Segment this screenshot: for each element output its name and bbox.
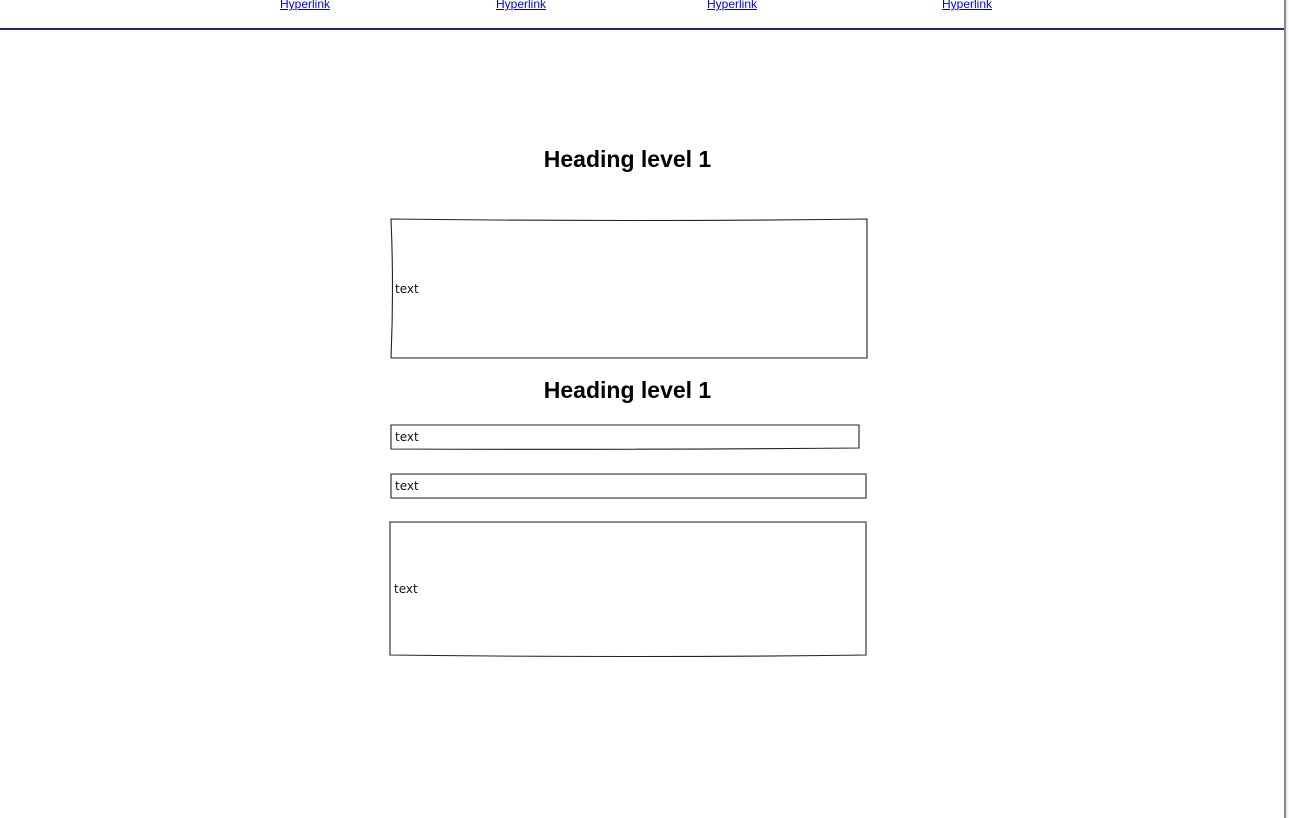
text-field-2-outline bbox=[390, 473, 867, 499]
text-field-2-text: text bbox=[395, 479, 419, 493]
nav-link-4[interactable]: Hyperlink bbox=[942, 0, 992, 12]
top-nav: Hyperlink Hyperlink Hyperlink Hyperlink bbox=[0, 0, 1284, 30]
text-area-2-text: text bbox=[394, 582, 418, 596]
text-field-2[interactable]: text bbox=[390, 473, 867, 500]
page-heading-1: Heading level 1 bbox=[543, 146, 712, 172]
wireframe-page: Hyperlink Hyperlink Hyperlink Hyperlink … bbox=[0, 0, 1289, 818]
nav-link-1[interactable]: Hyperlink bbox=[280, 0, 330, 12]
window-edge bbox=[1284, 0, 1289, 818]
text-area-2-outline bbox=[389, 521, 867, 658]
text-area-1-text: text bbox=[395, 282, 419, 296]
text-field-1[interactable]: text bbox=[390, 424, 860, 450]
nav-link-2[interactable]: Hyperlink bbox=[496, 0, 546, 12]
text-area-1[interactable]: text bbox=[390, 218, 868, 360]
text-field-1-outline bbox=[390, 424, 860, 450]
nav-link-3[interactable]: Hyperlink bbox=[707, 0, 757, 12]
text-area-1-outline bbox=[390, 218, 868, 359]
text-area-2[interactable]: text bbox=[389, 521, 867, 658]
text-field-1-text: text bbox=[395, 430, 419, 444]
nav-divider bbox=[0, 28, 1284, 30]
page-heading-2: Heading level 1 bbox=[543, 377, 712, 403]
